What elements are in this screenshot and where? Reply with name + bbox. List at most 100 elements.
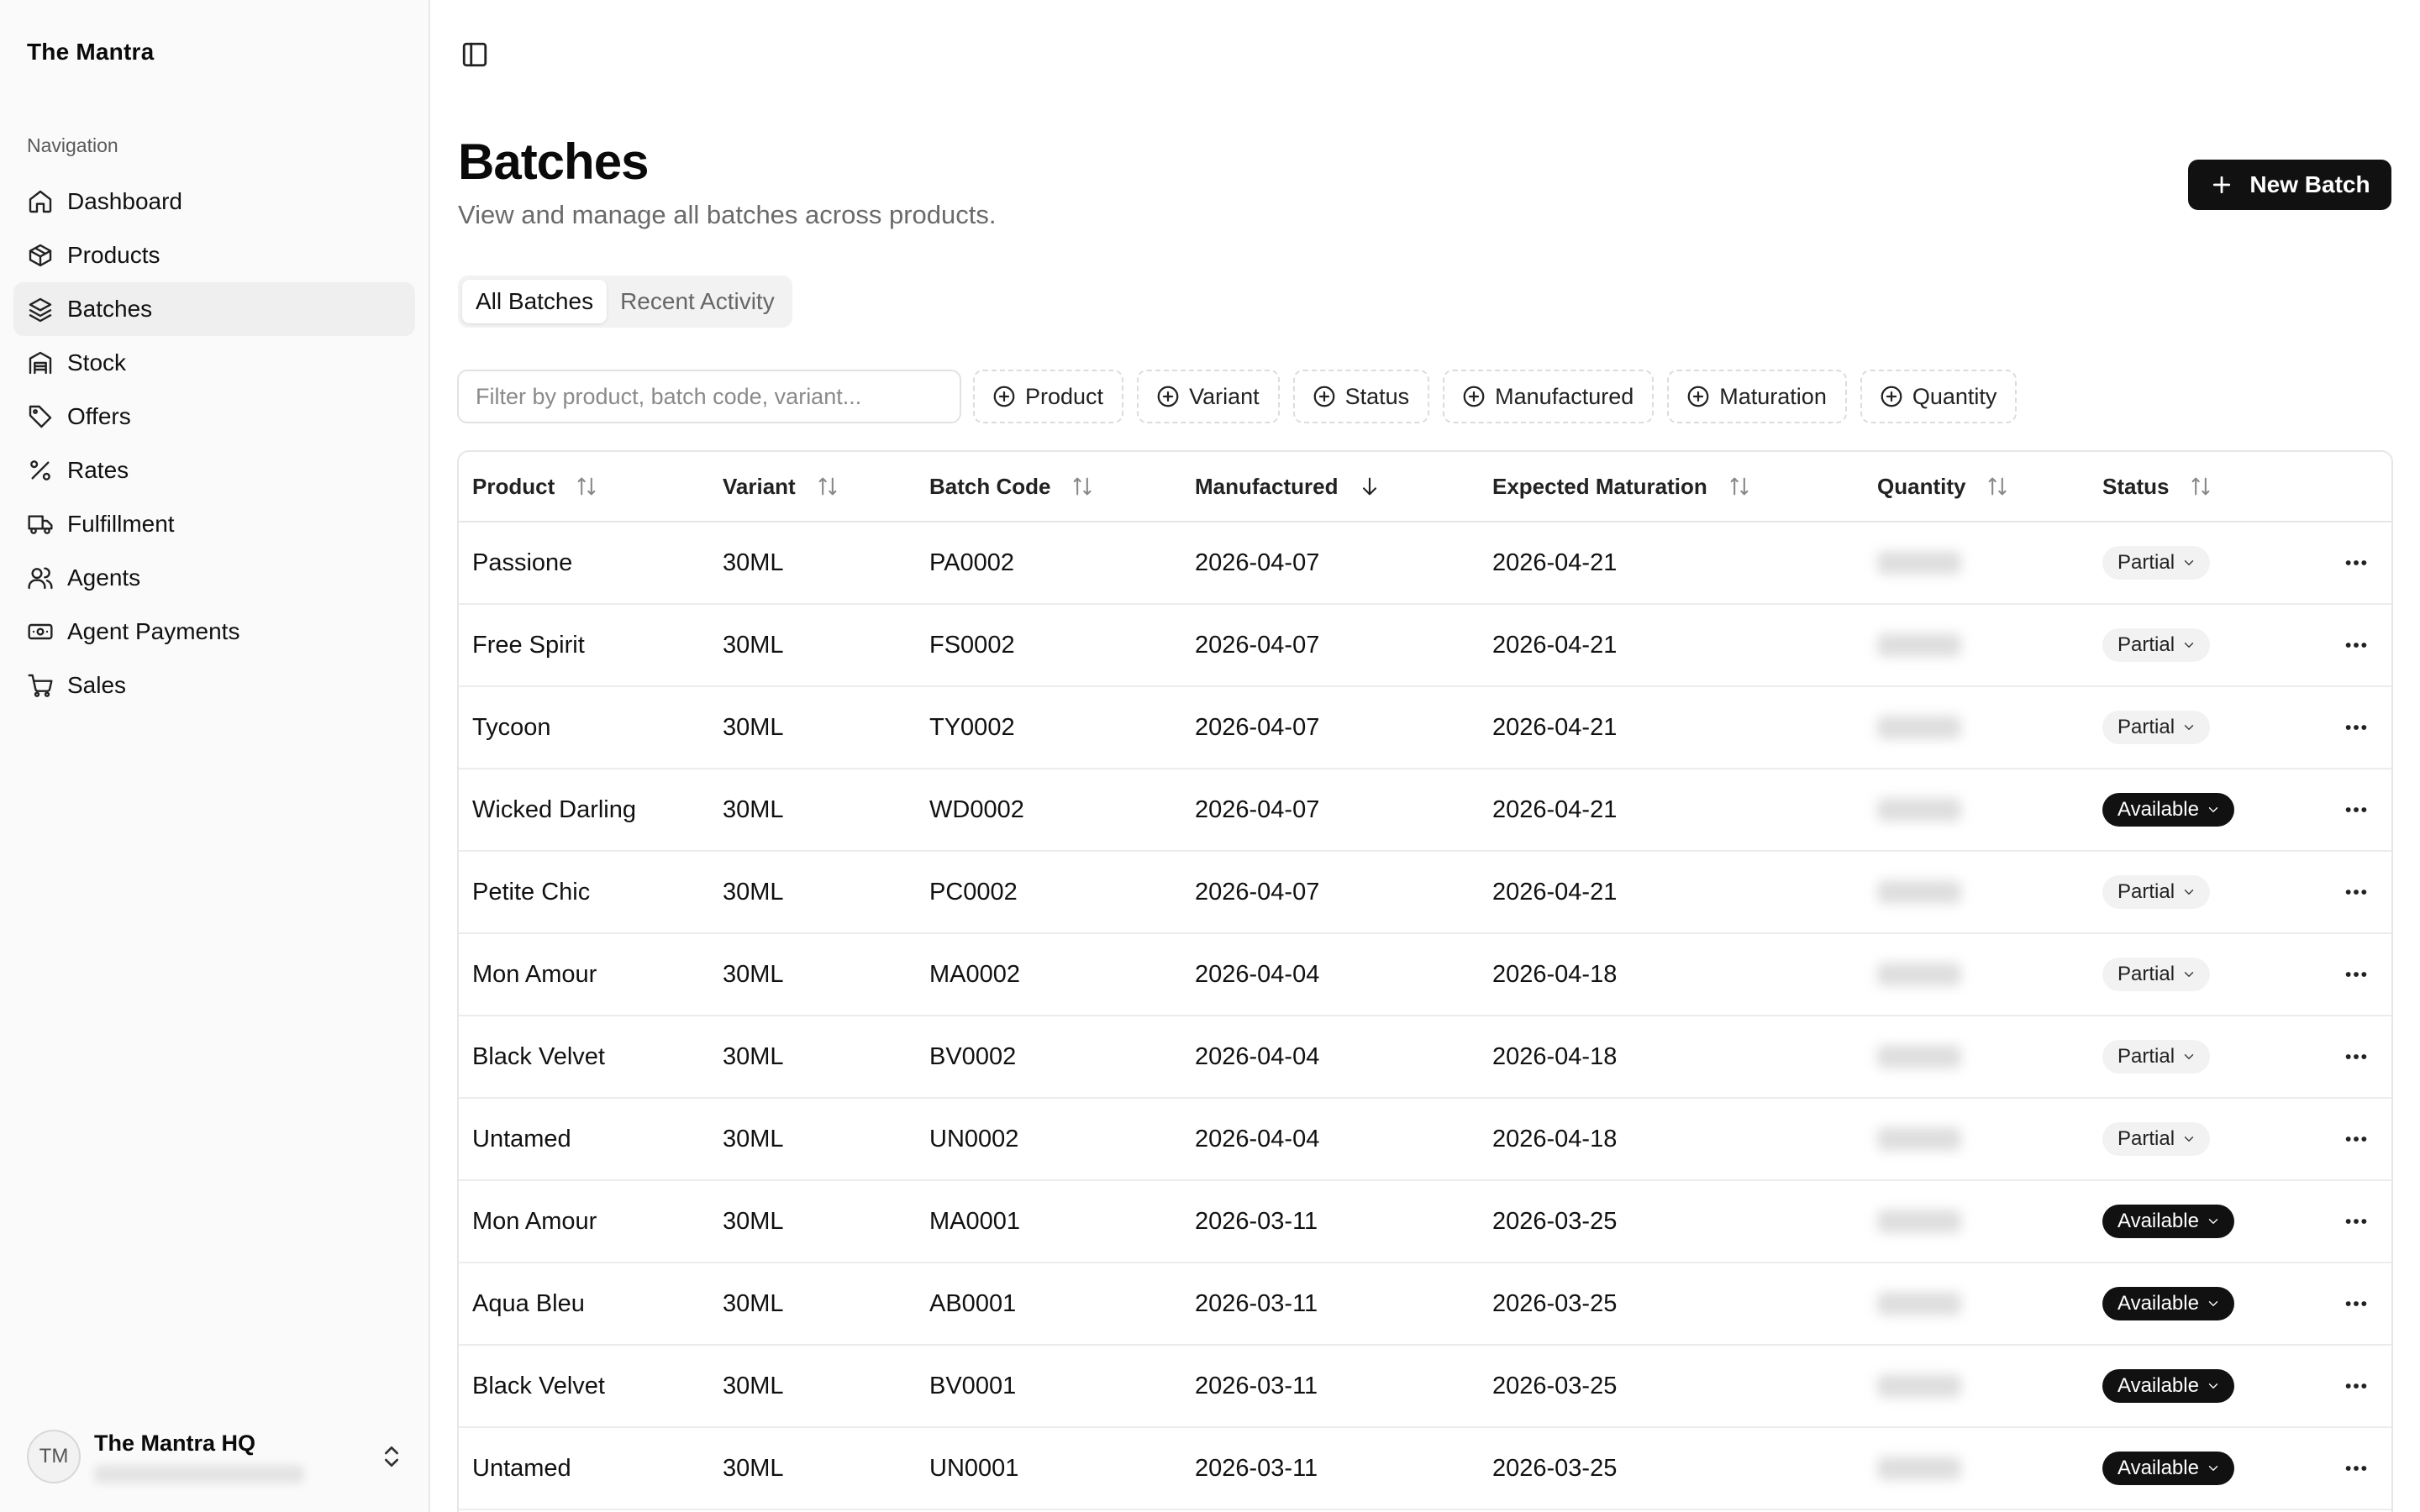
row-actions-button[interactable] (2321, 687, 2391, 768)
table-row[interactable]: Mon Amour 30ML MA0002 2026-04-04 2026-04-18 P… (459, 934, 2391, 1016)
cell-batch-code: TY0002 (929, 713, 1015, 741)
sidebar-item-dashboard[interactable]: Dashboard (13, 175, 415, 228)
column-header-batch-code[interactable]: Batch Code (916, 452, 1181, 521)
cell-quantity (1864, 934, 2089, 1015)
status-label: Available (2118, 1210, 2199, 1232)
cell-product: Untamed (472, 1454, 571, 1482)
cell-batch-code: MA0001 (929, 1207, 1021, 1235)
table-row[interactable]: Untamed 30ML UN0002 2026-04-04 2026-04-18 Par… (459, 1099, 2391, 1181)
sidebar-item-agents[interactable]: Agents (13, 551, 415, 605)
filter-chip-label: Product (1025, 383, 1104, 409)
row-actions-button[interactable] (2321, 522, 2391, 603)
row-actions-button[interactable] (2321, 1428, 2391, 1509)
status-badge[interactable]: Available (2102, 1369, 2234, 1403)
column-header-expected-maturation[interactable]: Expected Maturation (1479, 452, 1864, 521)
banknote-icon (27, 618, 54, 645)
filter-chip-manufactured[interactable]: Manufactured (1443, 370, 1655, 423)
sidebar-item-batches[interactable]: Batches (13, 282, 415, 336)
status-badge[interactable]: Available (2102, 793, 2234, 827)
users-icon (27, 564, 54, 591)
cell-manufactured: 2026-03-11 (1195, 1289, 1318, 1317)
sidebar-item-offers[interactable]: Offers (13, 390, 415, 444)
cell-manufactured: 2026-03-11 (1195, 1454, 1318, 1482)
user-menu[interactable]: TM The Mantra HQ (27, 1428, 405, 1485)
row-actions-button[interactable] (2321, 1016, 2391, 1097)
filter-chip-status[interactable]: Status (1292, 370, 1430, 423)
status-badge[interactable]: Available (2102, 1287, 2234, 1320)
status-badge[interactable]: Available (2102, 1205, 2234, 1238)
status-badge[interactable]: Partial (2102, 546, 2211, 580)
sidebar: The Mantra Navigation Dashboard Products B… (0, 0, 430, 1512)
sort-icon (1730, 477, 1749, 496)
cell-batch-code: PC0002 (929, 878, 1018, 906)
status-badge[interactable]: Partial (2102, 628, 2211, 662)
filter-chip-variant[interactable]: Variant (1137, 370, 1280, 423)
cell-status: Partial (2089, 934, 2321, 1015)
row-actions-button[interactable] (2321, 769, 2391, 850)
warehouse-icon (27, 349, 54, 376)
sidebar-item-rates[interactable]: Rates (13, 444, 415, 497)
row-actions-button[interactable] (2321, 1346, 2391, 1426)
table-row[interactable]: Wicked Darling 30ML WD0002 2026-04-07 2026-0… (459, 769, 2391, 852)
sidebar-item-sales[interactable]: Sales (13, 659, 415, 712)
new-batch-button[interactable]: New Batch (2188, 160, 2391, 210)
table-row[interactable]: Mon Amour 30ML MA0001 2026-03-11 2026-03-25 A… (459, 1181, 2391, 1263)
row-actions-button[interactable] (2321, 852, 2391, 932)
status-badge[interactable]: Partial (2102, 875, 2211, 909)
row-actions-button[interactable] (2321, 1263, 2391, 1344)
sidebar-item-agent-payments[interactable]: Agent Payments (13, 605, 415, 659)
status-badge[interactable]: Partial (2102, 1122, 2211, 1156)
tag-icon (29, 405, 52, 428)
table-row[interactable]: Passione 30ML PA0002 2026-04-07 2026-04-21 Pa… (459, 522, 2391, 605)
row-actions-button[interactable] (2321, 1099, 2391, 1179)
table-row[interactable]: Aqua Bleu 30ML AB0001 2026-03-11 2026-03-25 A… (459, 1263, 2391, 1346)
percent-icon (27, 457, 54, 484)
table-row[interactable]: Free Spirit 30ML FS0002 2026-04-07 2026-04-2… (459, 605, 2391, 687)
sidebar-item-stock[interactable]: Stock (13, 336, 415, 390)
row-actions-button[interactable] (2321, 1181, 2391, 1262)
cell-quantity (1864, 605, 2089, 685)
filter-input[interactable] (457, 370, 961, 423)
status-badge[interactable]: Available (2102, 1452, 2234, 1485)
layers-icon (29, 297, 52, 323)
cell-quantity (1864, 1428, 2089, 1509)
filter-chip-label: Status (1344, 383, 1410, 409)
cell-status: Partial (2089, 522, 2321, 603)
table-row[interactable]: Black Velvet 30ML BV0001 2026-03-11 2026-03-… (459, 1346, 2391, 1428)
filter-chip-maturation[interactable]: Maturation (1667, 370, 1847, 423)
more-horizontal-icon (2345, 643, 2367, 648)
row-actions-button[interactable] (2321, 605, 2391, 685)
column-header-status[interactable]: Status (2089, 452, 2321, 521)
table-row[interactable]: Untamed 30ML UN0001 2026-03-11 2026-03-25 Ava… (459, 1428, 2391, 1510)
column-header-quantity[interactable]: Quantity (1864, 452, 2089, 521)
cell-quantity (1864, 1099, 2089, 1179)
status-label: Partial (2118, 551, 2175, 574)
row-actions-button[interactable] (2321, 934, 2391, 1015)
status-badge[interactable]: Partial (2102, 958, 2211, 991)
tab-recent-activity[interactable]: Recent Activity (607, 280, 788, 323)
table-row[interactable]: Tycoon 30ML TY0002 2026-04-07 2026-04-21 Part… (459, 687, 2391, 769)
table-row[interactable]: Petite Chic 30ML PC0002 2026-04-07 2026-04-2… (459, 852, 2391, 934)
sidebar-item-fulfillment[interactable]: Fulfillment (13, 497, 415, 551)
column-header-manufactured[interactable]: Manufactured (1181, 452, 1479, 521)
chevron-down-icon (2208, 1466, 2218, 1471)
filter-chip-quantity[interactable]: Quantity (1860, 370, 2018, 423)
sidebar-item-products[interactable]: Products (13, 228, 415, 282)
cell-manufactured: 2026-04-07 (1195, 878, 1320, 906)
quantity-redacted (1877, 1127, 1961, 1151)
column-header-product[interactable]: Product (459, 452, 709, 521)
avatar: TM (27, 1430, 81, 1483)
column-header-variant[interactable]: Variant (709, 452, 916, 521)
column-header-label: Product (472, 473, 555, 499)
cell-batch-code: PA0002 (929, 549, 1015, 576)
new-batch-label: New Batch (2249, 171, 2370, 197)
status-badge[interactable]: Partial (2102, 1040, 2211, 1074)
sidebar-toggle-button[interactable] (460, 40, 489, 69)
layers-icon (27, 296, 54, 323)
table-row[interactable]: Black Velvet 30ML BV0002 2026-04-04 2026-04-… (459, 1016, 2391, 1099)
cell-manufactured: 2026-03-11 (1195, 1372, 1318, 1399)
tab-all-batches[interactable]: All Batches (462, 280, 608, 323)
chevron-down-icon (2208, 807, 2218, 812)
status-badge[interactable]: Partial (2102, 711, 2211, 744)
filter-chip-product[interactable]: Product (973, 370, 1124, 423)
